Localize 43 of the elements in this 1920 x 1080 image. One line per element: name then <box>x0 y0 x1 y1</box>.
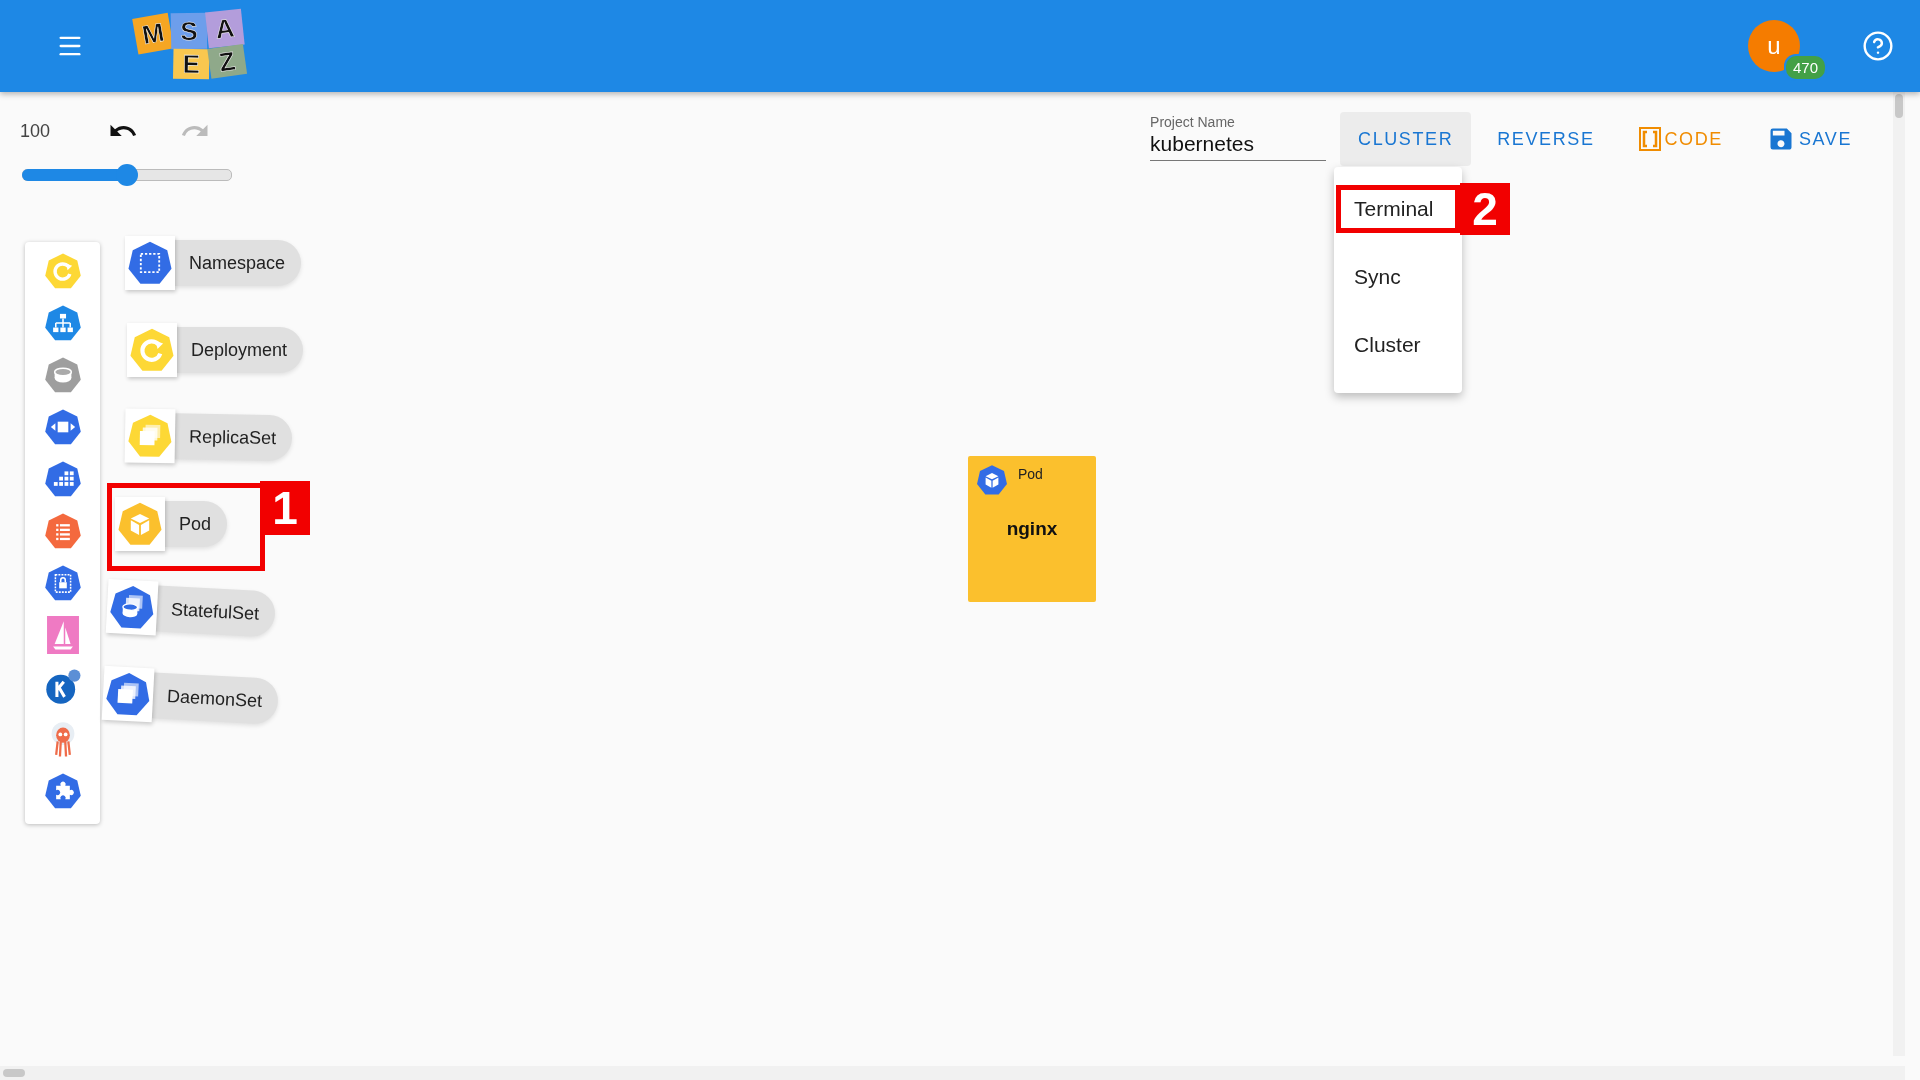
node-type: Pod <box>1018 466 1043 482</box>
palette-tile[interactable] <box>105 578 159 636</box>
project-name-field[interactable]: kubernetes <box>1150 130 1327 161</box>
refresh-icon <box>129 327 175 373</box>
help-icon <box>1862 30 1894 62</box>
palette-label[interactable]: Pod <box>165 501 228 547</box>
palette-tile[interactable] <box>127 323 177 377</box>
save-button[interactable]: SAVE <box>1748 112 1870 166</box>
menu-item[interactable]: Terminal <box>1336 185 1461 233</box>
list-icon[interactable] <box>43 512 82 550</box>
cube-arrows-icon[interactable] <box>43 408 82 446</box>
palette-label[interactable]: ReplicaSet <box>174 413 293 462</box>
palette-tile[interactable] <box>101 665 155 723</box>
hierarchy-icon[interactable] <box>43 304 82 342</box>
logo: M S A E Z <box>133 9 247 83</box>
lock-icon[interactable] <box>43 564 82 602</box>
menu-item[interactable]: Sync <box>1334 243 1463 311</box>
cube-icon <box>976 464 1008 496</box>
node-name: nginx <box>1006 518 1058 540</box>
step-number-badge: 2 <box>1460 183 1511 235</box>
puzzle-icon[interactable] <box>43 772 82 810</box>
toolbar-button[interactable]: CLUSTER <box>1340 112 1472 166</box>
palette-label[interactable]: Deployment <box>177 327 304 373</box>
cube-icon <box>117 501 163 547</box>
palette-label[interactable]: DaemonSet <box>151 672 280 725</box>
palette-label[interactable]: Namespace <box>175 240 302 286</box>
toolbar-button[interactable]: REVERSE <box>1479 112 1613 166</box>
stack-icon <box>126 412 174 460</box>
palette-tile[interactable] <box>125 236 175 290</box>
zoom-slider[interactable] <box>22 164 232 186</box>
k-logo-icon[interactable] <box>43 668 82 706</box>
field-label: Project Name <box>1150 114 1236 130</box>
grid-icon[interactable] <box>43 460 82 498</box>
palette-tile[interactable] <box>115 497 165 551</box>
palette-label[interactable]: StatefulSet <box>155 585 277 638</box>
palette-tile[interactable] <box>124 408 176 464</box>
slider-thumb[interactable] <box>116 164 138 186</box>
code-brackets-icon <box>1638 127 1661 151</box>
zoom-value: 100 <box>20 120 52 142</box>
step-number-badge: 1 <box>260 481 310 535</box>
menu-item[interactable]: Cluster <box>1334 311 1463 379</box>
pod-node[interactable]: Pod nginx <box>968 456 1096 602</box>
points-badge: 470 <box>1784 54 1828 81</box>
